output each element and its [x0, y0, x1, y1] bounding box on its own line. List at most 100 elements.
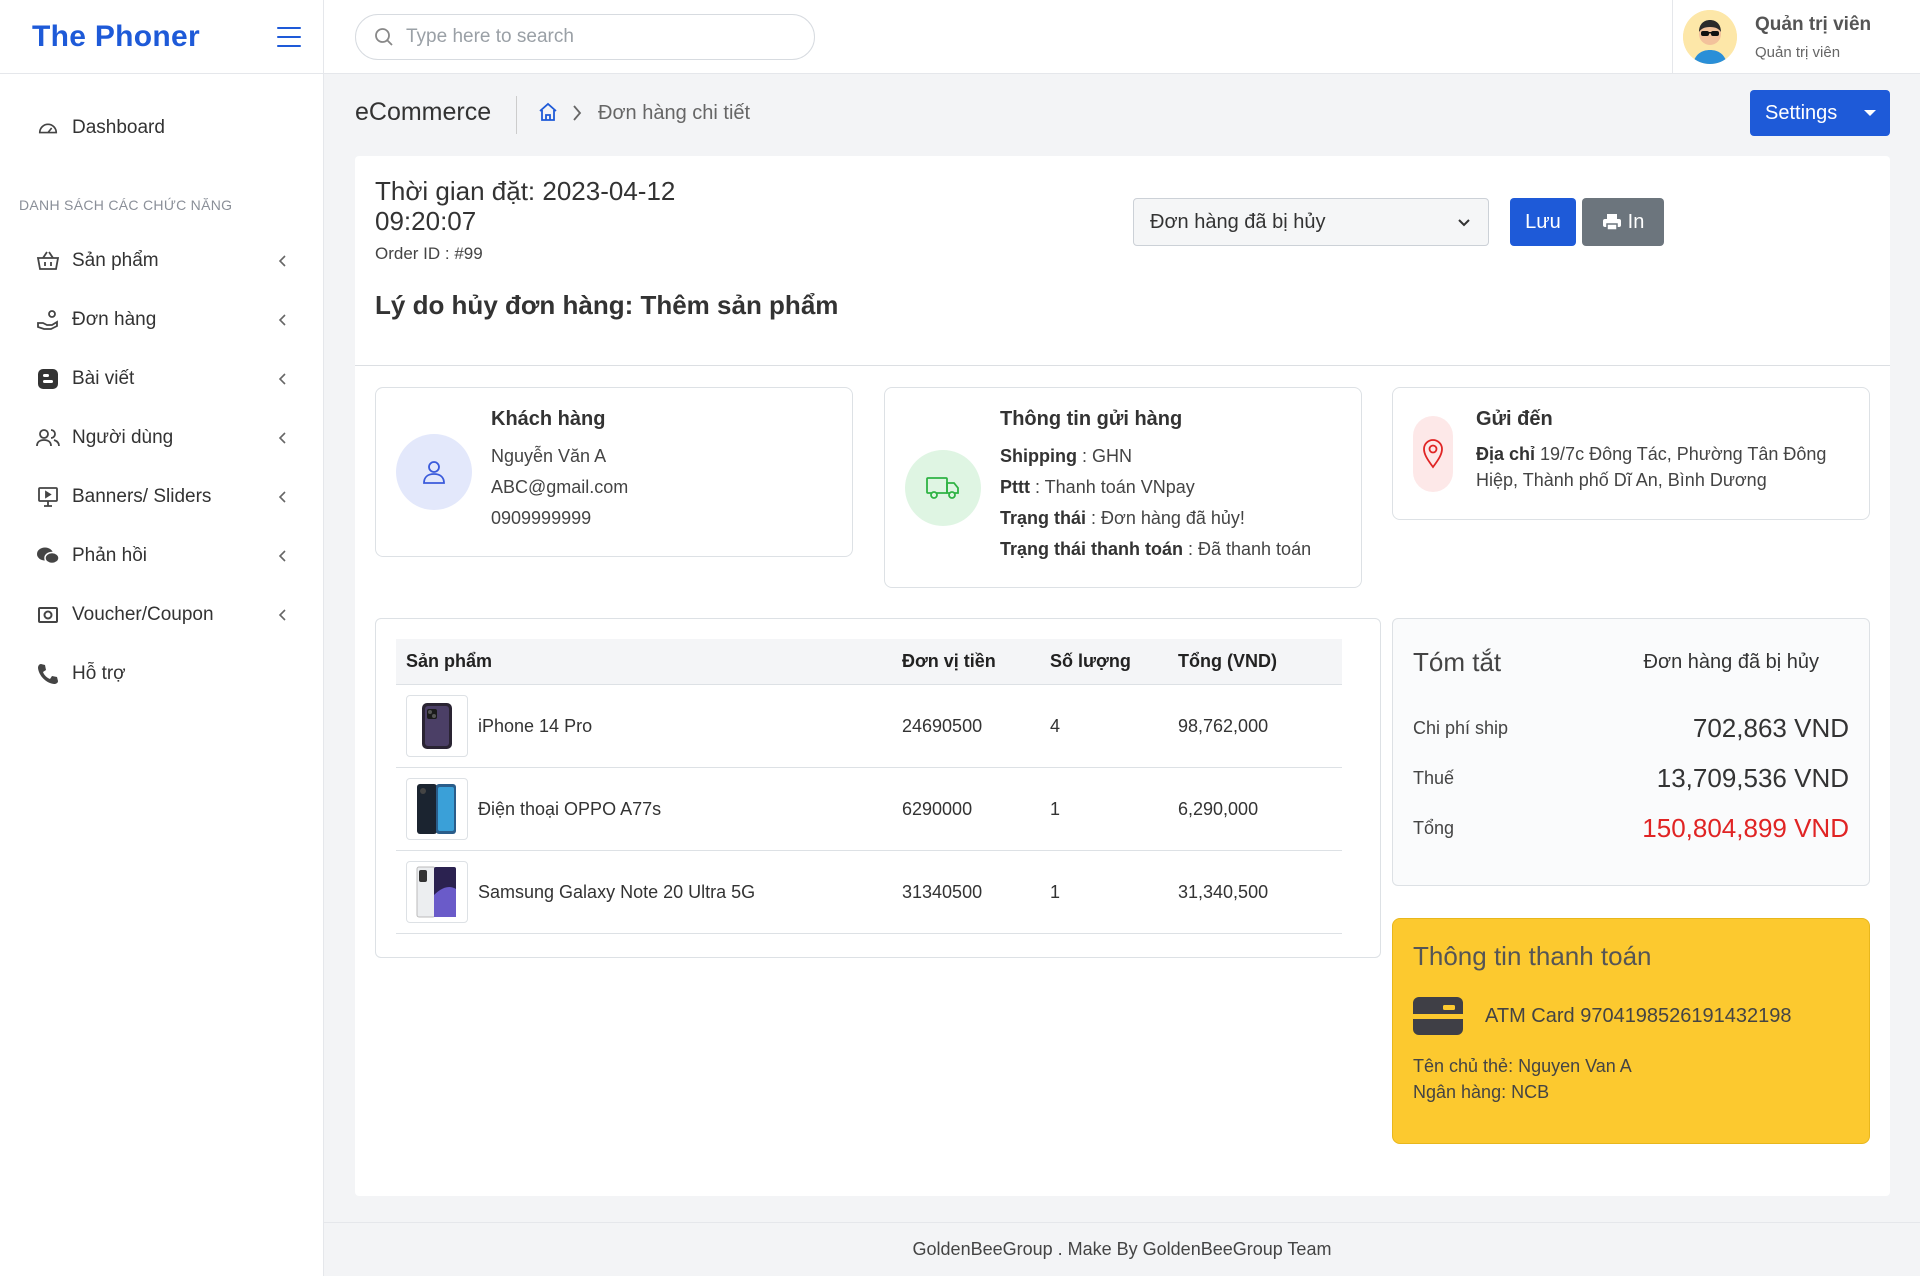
brand-logo[interactable]: The Phoner — [32, 20, 200, 54]
sidebar-item-voucher[interactable]: Voucher/Coupon — [0, 585, 323, 644]
sidebar-item-products[interactable]: Sản phẩm — [0, 231, 323, 290]
field-value: : Đơn hàng đã hủy! — [1086, 508, 1245, 528]
user-menu[interactable]: Quản trị viên Quản trị viên — [1672, 0, 1920, 74]
user-info: Quản trị viên Quản trị viên — [1755, 14, 1871, 61]
settings-button[interactable]: Settings — [1750, 90, 1890, 136]
footer-text: GoldenBeeGroup . Make By GoldenBeeGroup … — [912, 1239, 1332, 1259]
field-value: : GHN — [1076, 446, 1132, 466]
payment-card: Thông tin thanh toán ATM Card 9704198526… — [1392, 918, 1870, 1144]
summary-card: Tóm tắt Đơn hàng đã bị hủy Chi phí ship … — [1392, 618, 1870, 886]
customer-email: ABC@gmail.com — [491, 477, 629, 497]
chevron-right-icon — [570, 104, 584, 127]
search-box[interactable] — [355, 14, 815, 60]
product-cell: Điện thoại OPPO A77s — [396, 778, 902, 840]
home-icon[interactable] — [538, 102, 558, 127]
shipping-status: Trạng thái : Đơn hàng đã hủy! — [1000, 503, 1311, 534]
product-thumbnail[interactable] — [406, 861, 468, 923]
summary-status: Đơn hàng đã bị hủy — [1643, 651, 1819, 673]
product-thumbnail[interactable] — [406, 778, 468, 840]
field-label: Shipping — [1000, 446, 1077, 466]
print-button[interactable]: In — [1582, 198, 1664, 246]
brand-bar: The Phoner — [0, 0, 323, 74]
sidebar-item-label: Hỗ trợ — [72, 662, 126, 684]
divider — [355, 365, 1890, 366]
chevron-left-icon — [278, 313, 286, 326]
order-status-value: Đơn hàng đã bị hủy — [1150, 210, 1326, 233]
product-name: Điện thoại OPPO A77s — [478, 798, 662, 819]
products-card: Sản phẩm Đơn vị tiền Số lượng Tổng (VND)… — [375, 618, 1381, 958]
breadcrumb-divider — [516, 96, 517, 134]
shipping-payment-method: Pttt : Thanh toán VNpay — [1000, 472, 1311, 503]
field-value: : Thanh toán VNpay — [1030, 477, 1195, 497]
user-role: Quản trị viên — [1755, 43, 1841, 61]
sidebar-item-users[interactable]: Người dùng — [0, 408, 323, 467]
sidebar-item-banners[interactable]: Banners/ Sliders — [0, 467, 323, 526]
sidebar-item-label: Banners/ Sliders — [72, 485, 212, 507]
payment-holder: Tên chủ thẻ: Nguyen Van A — [1413, 1056, 1632, 1076]
shipping-info: Thông tin gửi hàng Shipping : GHN Pttt :… — [1000, 408, 1311, 565]
order-time: Thời gian đặt: 2023-04-12 09:20:07 — [375, 176, 676, 236]
customer-name: Nguyễn Văn A — [491, 446, 607, 466]
sidebar-item-orders[interactable]: Đơn hàng — [0, 290, 323, 349]
caret-down-icon — [1864, 110, 1876, 116]
destination-card: Gửi đến Địa chỉ 19/7c Đông Tác, Phường T… — [1392, 387, 1870, 520]
product-qty: 1 — [1050, 798, 1061, 819]
summary-row-total: Tổng 150,804,899 VND — [1413, 813, 1849, 844]
avatar[interactable] — [1683, 10, 1737, 64]
chevron-down-icon — [1458, 219, 1470, 227]
save-button[interactable]: Lưu — [1510, 198, 1576, 246]
summary-title: Tóm tắt — [1413, 647, 1502, 677]
chat-bubbles-icon — [36, 544, 60, 568]
sidebar-item-posts[interactable]: Bài viết — [0, 349, 323, 408]
hand-coins-icon — [36, 308, 60, 332]
product-qty: 1 — [1050, 881, 1061, 902]
phone-icon — [36, 662, 60, 686]
chevron-left-icon — [278, 372, 286, 385]
top-header: Quản trị viên Quản trị viên — [324, 0, 1920, 74]
table-row[interactable]: Điện thoại OPPO A77s 6290000 1 6,290,000 — [396, 768, 1342, 851]
user-icon — [396, 434, 472, 510]
product-total: 98,762,000 — [1178, 715, 1269, 736]
blogger-icon — [36, 367, 60, 391]
sidebar-item-label: Người dùng — [72, 426, 174, 448]
payment-card-number: ATM Card 9704198526191432198 — [1485, 1004, 1792, 1027]
chevron-left-icon — [278, 608, 286, 621]
cancel-reason: Lý do hủy đơn hàng: Thêm sản phẩm — [375, 290, 839, 320]
footer: GoldenBeeGroup . Make By GoldenBeeGroup … — [324, 1222, 1920, 1276]
search-input[interactable] — [406, 26, 786, 48]
customer-title: Khách hàng — [491, 408, 606, 430]
product-qty: 4 — [1050, 715, 1061, 736]
basket-icon — [36, 249, 60, 273]
summary-label: Thuế — [1413, 768, 1455, 788]
breadcrumb-current: Đơn hàng chi tiết — [598, 102, 751, 124]
summary-row-tax: Thuế 13,709,536 VND — [1413, 763, 1849, 794]
shipping-title: Thông tin gửi hàng — [1000, 408, 1183, 430]
shipping-card: Thông tin gửi hàng Shipping : GHN Pttt :… — [884, 387, 1362, 588]
table-row[interactable]: iPhone 14 Pro 24690500 4 98,762,000 — [396, 685, 1342, 768]
printer-icon — [1602, 214, 1621, 231]
order-header: Thời gian đặt: 2023-04-12 09:20:07 Order… — [375, 176, 715, 264]
summary-total-value: 150,804,899 VND — [1642, 813, 1849, 843]
products-table: Sản phẩm Đơn vị tiền Số lượng Tổng (VND)… — [396, 639, 1342, 934]
menu-toggle-icon[interactable] — [277, 26, 301, 47]
summary-label: Chi phí ship — [1413, 718, 1509, 738]
sidebar-item-feedback[interactable]: Phản hồi — [0, 526, 323, 585]
customer-info: Khách hàng Nguyễn Văn A ABC@gmail.com 09… — [491, 408, 628, 534]
product-name: iPhone 14 Pro — [478, 715, 593, 736]
sidebar-item-dashboard[interactable]: Dashboard — [0, 98, 323, 157]
sidebar: The Phoner Dashboard DANH SÁCH CÁC CHỨC … — [0, 0, 324, 1276]
payment-details: Tên chủ thẻ: Nguyen Van A Ngân hàng: NCB — [1413, 1053, 1632, 1105]
sidebar-item-support[interactable]: Hỗ trợ — [0, 644, 323, 703]
order-status-select[interactable]: Đơn hàng đã bị hủy — [1133, 198, 1489, 246]
table-row[interactable]: Samsung Galaxy Note 20 Ultra 5G 31340500… — [396, 851, 1342, 934]
settings-label: Settings — [1765, 101, 1838, 124]
product-cell: Samsung Galaxy Note 20 Ultra 5G — [396, 861, 902, 923]
coupon-icon — [36, 603, 60, 627]
product-name: Samsung Galaxy Note 20 Ultra 5G — [478, 881, 756, 902]
product-thumbnail[interactable] — [406, 695, 468, 757]
payment-bank: Ngân hàng: NCB — [1413, 1082, 1550, 1102]
sidebar-item-label: Bài viết — [72, 367, 135, 389]
payment-card-line: ATM Card 9704198526191432198 — [1413, 997, 1792, 1035]
breadcrumb: eCommerce Đơn hàng chi tiết Settings — [324, 74, 1920, 156]
users-icon — [36, 426, 60, 450]
